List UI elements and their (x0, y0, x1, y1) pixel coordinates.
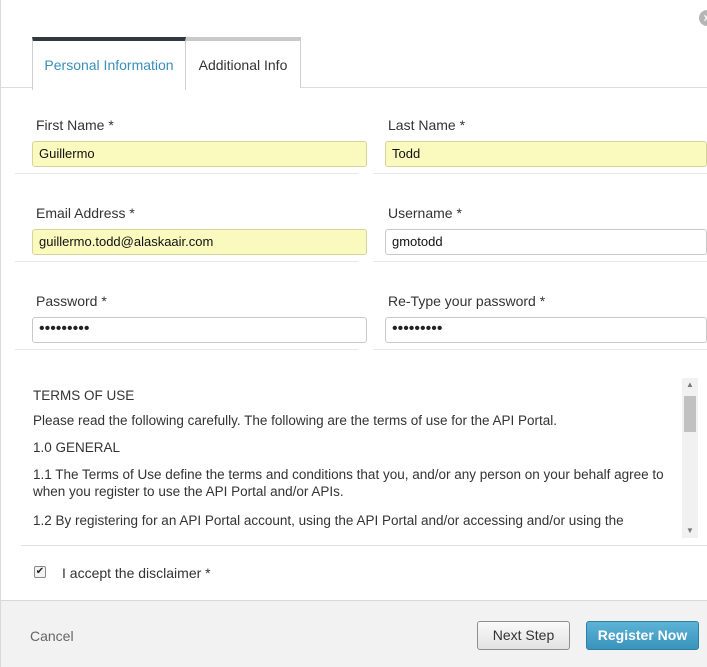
username-input[interactable]: gmotodd (385, 229, 707, 255)
password-group: Password * ••••••••• (15, 264, 367, 350)
retype-password-label: Re-Type your password * (388, 293, 546, 309)
last-name-group: Last Name * Todd (373, 88, 707, 174)
form-row-names: First Name * Guillermo Last Name * Todd (1, 88, 707, 176)
email-label: Email Address * (36, 205, 135, 221)
username-group: Username * gmotodd (373, 176, 707, 262)
email-group: Email Address * guillermo.todd@alaskaair… (15, 176, 367, 262)
accept-disclaimer-label[interactable]: I accept the disclaimer * (62, 565, 211, 581)
terms-clause-1-2: 1.2 By registering for an API Portal acc… (33, 513, 624, 528)
first-name-group: First Name * Guillermo (15, 88, 367, 174)
username-label: Username * (388, 205, 462, 221)
email-input[interactable]: guillermo.todd@alaskaair.com (32, 229, 367, 255)
terms-clause-1-1: 1.1 The Terms of Use define the terms an… (33, 467, 664, 499)
first-name-label: First Name * (36, 117, 114, 133)
terms-divider (21, 545, 707, 546)
register-now-button[interactable]: Register Now (586, 621, 699, 650)
password-input[interactable]: ••••••••• (32, 317, 367, 343)
dialog-header: Personal Information Additional Info (1, 0, 707, 90)
terms-intro: Please read the following carefully. The… (33, 413, 558, 428)
tab-personal-information[interactable]: Personal Information (32, 37, 186, 90)
scroll-down-arrow-icon[interactable]: ▼ (682, 524, 698, 538)
dialog-footer: Cancel Next Step Register Now (1, 600, 707, 667)
first-name-input[interactable]: Guillermo (32, 141, 367, 167)
cancel-link[interactable]: Cancel (30, 628, 74, 644)
registration-dialog: Personal Information Additional Info × F… (0, 0, 707, 667)
last-name-label: Last Name * (388, 117, 466, 133)
terms-section-general: 1.0 GENERAL (33, 440, 121, 455)
password-label: Password * (36, 293, 107, 309)
next-step-button[interactable]: Next Step (477, 621, 570, 650)
terms-heading: TERMS OF USE (33, 388, 135, 403)
tab-additional-info[interactable]: Additional Info (186, 37, 301, 88)
last-name-input[interactable]: Todd (385, 141, 707, 167)
form-body: First Name * Guillermo Last Name * Todd … (1, 88, 707, 600)
terms-scrollbar[interactable]: ▲ ▼ (682, 378, 698, 538)
form-row-passwords: Password * ••••••••• Re-Type your passwo… (1, 264, 707, 352)
scroll-up-arrow-icon[interactable]: ▲ (682, 378, 698, 392)
accept-disclaimer-checkbox[interactable]: ✔ (34, 566, 46, 578)
retype-password-input[interactable]: ••••••••• (385, 317, 707, 343)
retype-password-group: Re-Type your password * ••••••••• (373, 264, 707, 350)
form-row-account: Email Address * guillermo.todd@alaskaair… (1, 176, 707, 264)
scroll-thumb[interactable] (684, 396, 696, 432)
terms-of-use-text[interactable]: TERMS OF USE Please read the following c… (21, 370, 701, 538)
